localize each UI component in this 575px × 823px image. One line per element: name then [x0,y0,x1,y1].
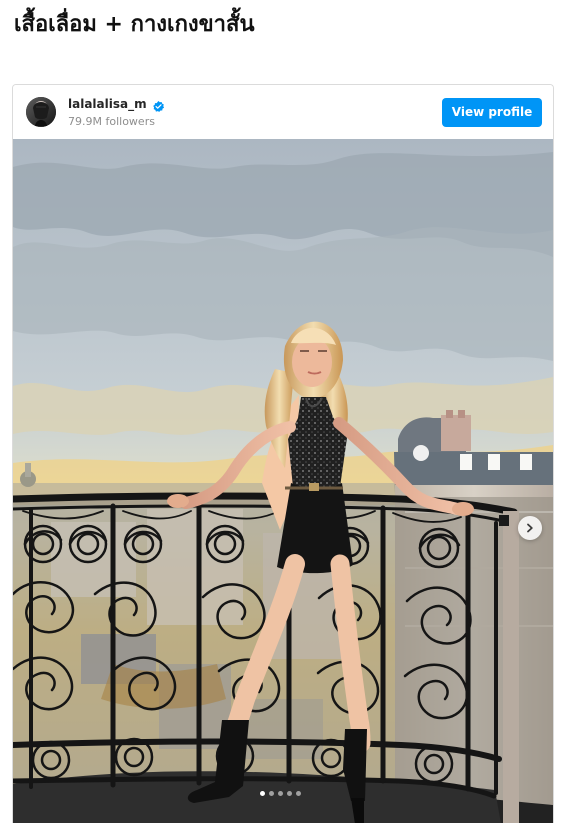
profile-avatar-icon[interactable] [26,97,56,127]
username-row[interactable]: lalalalisa_m [68,96,165,112]
view-profile-button[interactable]: View profile [442,98,542,127]
username[interactable]: lalalalisa_m [68,96,147,112]
verified-badge-icon [152,98,165,112]
post-photo[interactable] [13,139,553,823]
instagram-post-embed: lalalalisa_m 79.9M followers View profil… [12,84,554,823]
follower-count: 79.9M followers [68,115,155,128]
carousel-dot-1 [260,790,265,796]
carousel-next-button[interactable] [518,516,542,540]
carousel-dot-2 [269,790,274,796]
article-title: เสื้อเลื่อม + กางเกงขาสั้น [14,12,255,37]
carousel-indicators [260,790,301,796]
chevron-right-icon [525,523,535,533]
carousel-dot-4 [287,790,292,796]
article-page: เสื้อเลื่อม + กางเกงขาสั้น lalalalisa_m … [0,0,575,823]
carousel-dot-3 [278,790,283,796]
embed-header: lalalalisa_m 79.9M followers View profil… [13,85,553,139]
carousel-dot-5 [296,790,301,796]
